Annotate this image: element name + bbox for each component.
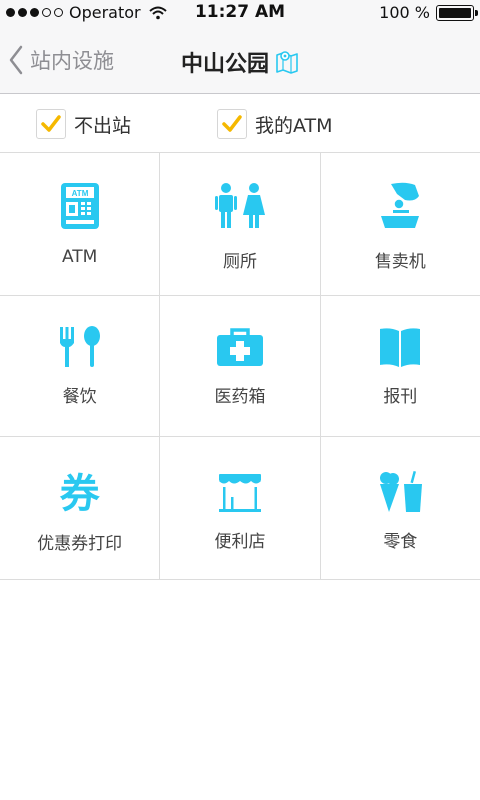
grid-row: ATM ATM 厕所 售卖机 xyxy=(0,153,480,296)
facility-label: ATM xyxy=(61,247,98,267)
facility-dining[interactable]: 餐饮 xyxy=(0,296,161,436)
facility-label: 医药箱 xyxy=(214,387,266,407)
battery-icon xyxy=(436,4,478,21)
facility-label: 便利店 xyxy=(214,532,266,552)
nav-title-group: 中山公园 xyxy=(0,46,480,78)
filter-label: 我的ATM xyxy=(255,114,333,137)
facility-label: 售卖机 xyxy=(374,252,426,272)
battery-level-fill xyxy=(439,7,471,18)
newspaper-icon xyxy=(378,326,422,368)
vending-machine-icon xyxy=(375,181,425,231)
facility-label: 餐饮 xyxy=(62,387,97,407)
filter-no-exit[interactable]: 不出站 xyxy=(36,109,131,139)
facility-snacks[interactable]: 零食 xyxy=(321,437,480,579)
atm-icon: ATM xyxy=(60,181,100,231)
coupon-icon: 券 xyxy=(60,473,100,515)
page-title: 中山公园 xyxy=(180,52,269,77)
facility-medical-kit[interactable]: 医药箱 xyxy=(160,296,321,436)
checkmark-icon xyxy=(41,115,61,132)
facility-label: 报刊 xyxy=(383,387,418,407)
convenience-store-icon xyxy=(217,471,263,515)
navigation-bar: 站内设施 中山公园 xyxy=(0,26,480,94)
battery-percent: 100 % xyxy=(379,3,430,22)
filter-row: 不出站 我的ATM xyxy=(0,95,480,153)
checkbox[interactable] xyxy=(217,109,247,139)
map-icon[interactable] xyxy=(275,49,299,75)
facility-atm[interactable]: ATM ATM xyxy=(0,153,161,295)
dining-icon xyxy=(58,326,102,368)
checkbox[interactable] xyxy=(36,109,66,139)
facility-label: 零食 xyxy=(383,532,418,552)
coupon-glyph: 券 xyxy=(59,471,100,517)
restroom-icon xyxy=(212,181,268,231)
facility-label: 厕所 xyxy=(222,252,257,272)
grid-row: 券 优惠券打印 便利店 零食 xyxy=(0,437,480,580)
medical-kit-icon xyxy=(216,326,264,368)
snacks-icon xyxy=(376,469,424,515)
checkmark-icon xyxy=(222,115,242,132)
filter-my-atm[interactable]: 我的ATM xyxy=(217,109,333,139)
facility-restroom[interactable]: 厕所 xyxy=(160,153,321,295)
facility-coupon-print[interactable]: 券 优惠券打印 xyxy=(0,437,161,579)
facility-label: 优惠券打印 xyxy=(37,534,123,554)
facility-convenience-store[interactable]: 便利店 xyxy=(160,437,321,579)
grid-row: 餐饮 医药箱 报刊 xyxy=(0,296,480,437)
facility-vending-machine[interactable]: 售卖机 xyxy=(321,153,480,295)
svg-text:ATM: ATM xyxy=(71,189,88,198)
status-right: 100 % xyxy=(379,3,478,22)
facility-newspaper[interactable]: 报刊 xyxy=(321,296,480,436)
filter-label: 不出站 xyxy=(74,114,132,137)
status-bar: Operator 11:27 AM 100 % xyxy=(0,0,480,26)
facility-grid: ATM ATM 厕所 售卖机 餐饮 医药箱 报刊 券 优惠券打印 便利店 零食 xyxy=(0,153,480,580)
